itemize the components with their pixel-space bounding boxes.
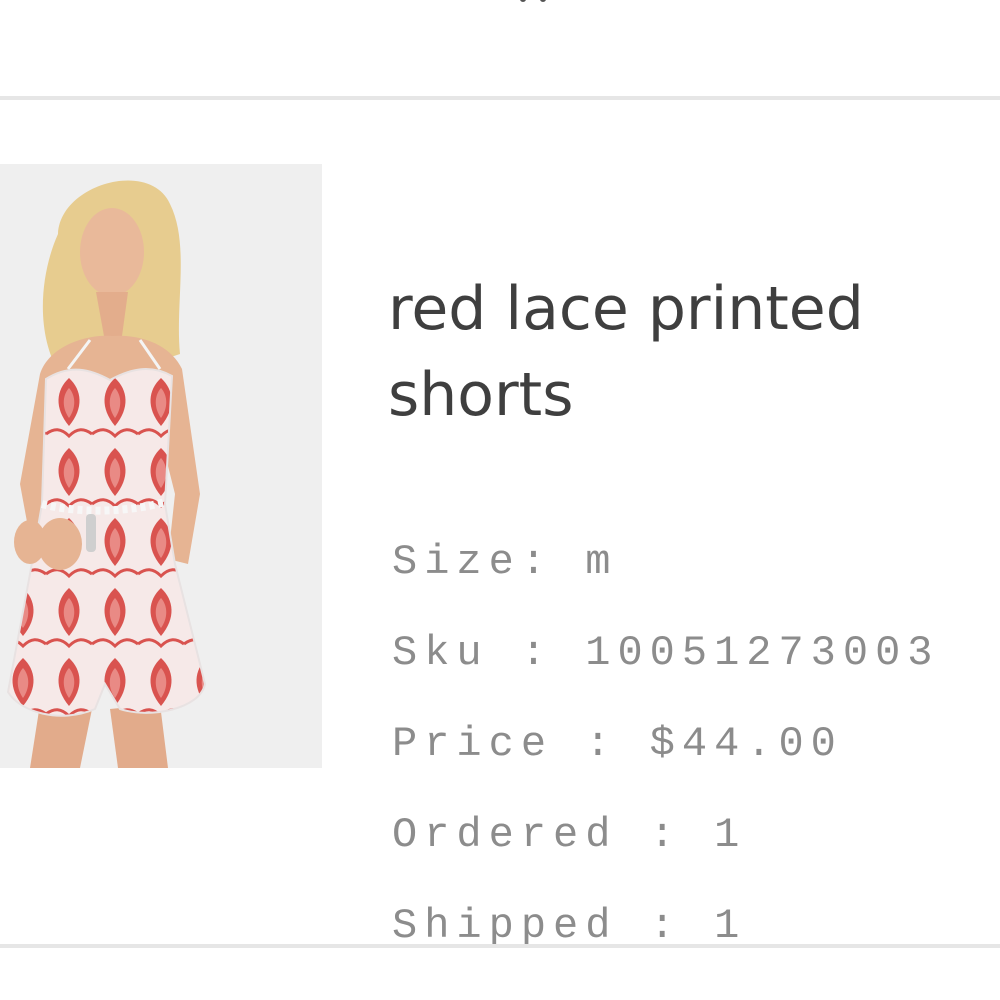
detail-label: Shipped — [392, 902, 618, 950]
order-item-card: red lace printed shorts Size: m Sku : 10… — [0, 100, 1000, 950]
detail-value: 1 — [714, 811, 747, 859]
detail-value: 10051273003 — [585, 629, 940, 677]
detail-price: Price : $44.00 — [392, 716, 940, 807]
detail-separator: : — [617, 811, 715, 859]
detail-sku: Sku : 10051273003 — [392, 625, 940, 716]
detail-size: Size: m — [392, 534, 940, 625]
detail-separator: : — [553, 720, 650, 768]
detail-ordered: Ordered : 1 — [392, 807, 940, 898]
detail-label: Price — [392, 720, 554, 768]
detail-separator: : — [488, 629, 586, 677]
detail-value: 1 — [714, 902, 747, 950]
cut-off-glyph — [520, 0, 560, 4]
detail-label: Ordered — [392, 811, 618, 859]
detail-separator: : — [520, 538, 586, 586]
detail-label: Size — [392, 538, 521, 586]
detail-value: $44.00 — [649, 720, 843, 768]
detail-label: Sku — [392, 629, 489, 677]
product-title[interactable]: red lace printed shorts — [388, 266, 1000, 438]
detail-value: m — [585, 538, 618, 586]
item-details: Size: m Sku : 10051273003 Price : $44.00… — [392, 534, 940, 989]
divider-bottom — [0, 944, 1000, 948]
product-image[interactable] — [0, 164, 322, 768]
product-photo-illustration — [0, 164, 322, 768]
detail-separator: : — [617, 902, 715, 950]
